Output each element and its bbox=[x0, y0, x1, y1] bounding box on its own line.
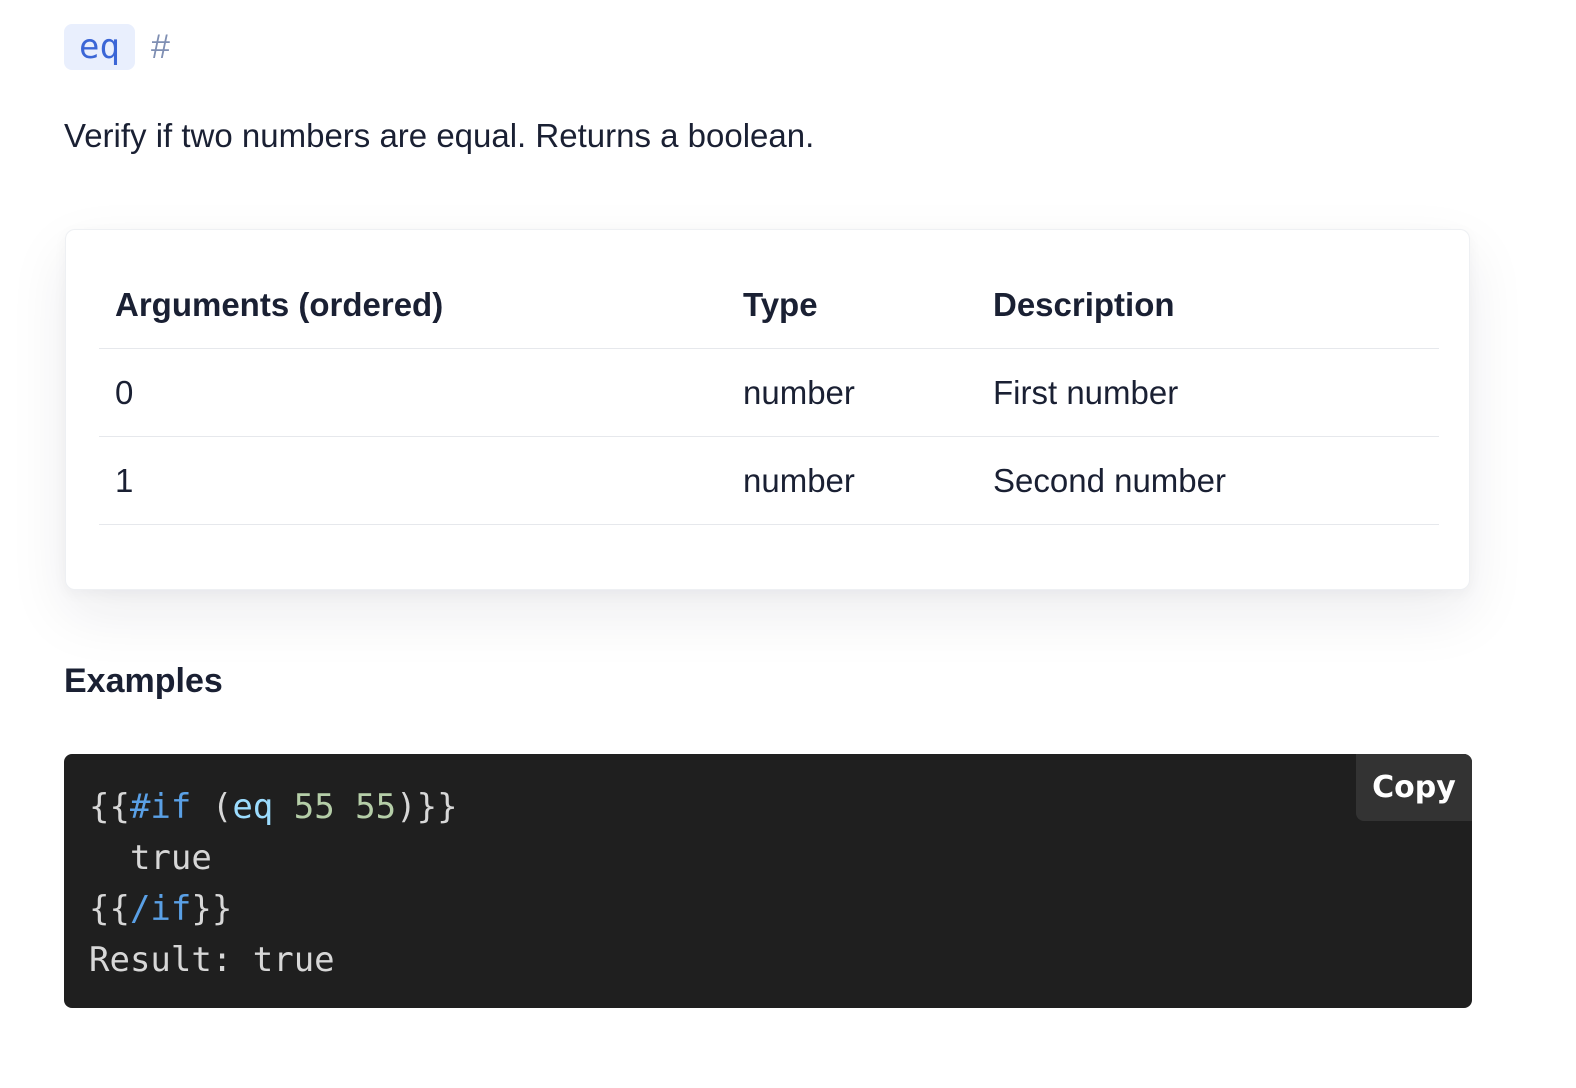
code-token-braces: }} bbox=[191, 889, 233, 929]
docs-page: eq # Verify if two numbers are equal. Re… bbox=[0, 0, 1576, 1088]
table-row: 1 number Second number bbox=[99, 436, 1439, 525]
code-token-helper: eq bbox=[232, 787, 274, 827]
code-example-block: {{#if (eq 55 55)}} true {{/if}} Result: … bbox=[64, 754, 1472, 1008]
argument-index-cell: 1 bbox=[99, 436, 727, 525]
code-token-number: 55 bbox=[334, 787, 397, 827]
table-row: 0 number First number bbox=[99, 348, 1439, 437]
column-header-description: Description bbox=[977, 262, 1439, 349]
code-line-result: Result: true bbox=[89, 940, 335, 980]
argument-description-cell: First number bbox=[977, 348, 1439, 437]
column-header-arguments: Arguments (ordered) bbox=[99, 262, 727, 349]
code-token-endif-keyword: /if bbox=[129, 889, 192, 929]
argument-description-cell: Second number bbox=[977, 436, 1439, 525]
code-token-paren: ( bbox=[191, 787, 233, 827]
code-content: {{#if (eq 55 55)}} true {{/if}} Result: … bbox=[89, 782, 458, 986]
arguments-table: Arguments (ordered) Type Description 0 n… bbox=[99, 262, 1439, 525]
code-token-if-keyword: #if bbox=[129, 787, 192, 827]
arguments-table-card: Arguments (ordered) Type Description 0 n… bbox=[65, 229, 1470, 590]
copy-button[interactable]: Copy bbox=[1356, 754, 1472, 821]
code-token-braces: {{ bbox=[89, 787, 130, 827]
anchor-link[interactable]: # bbox=[151, 24, 170, 70]
code-token-number: 55 bbox=[273, 787, 335, 827]
function-description: Verify if two numbers are equal. Returns… bbox=[64, 117, 815, 154]
argument-type-cell: number bbox=[727, 348, 977, 437]
examples-heading: Examples bbox=[64, 662, 223, 700]
function-heading: eq # bbox=[64, 24, 170, 70]
code-line-body: true bbox=[89, 838, 212, 878]
function-name-chip: eq bbox=[64, 24, 135, 70]
column-header-type: Type bbox=[727, 262, 977, 349]
code-token-braces: )}} bbox=[396, 787, 458, 827]
table-header-row: Arguments (ordered) Type Description bbox=[99, 262, 1439, 349]
argument-type-cell: number bbox=[727, 436, 977, 525]
code-token-braces: {{ bbox=[89, 889, 130, 929]
argument-index-cell: 0 bbox=[99, 348, 727, 437]
